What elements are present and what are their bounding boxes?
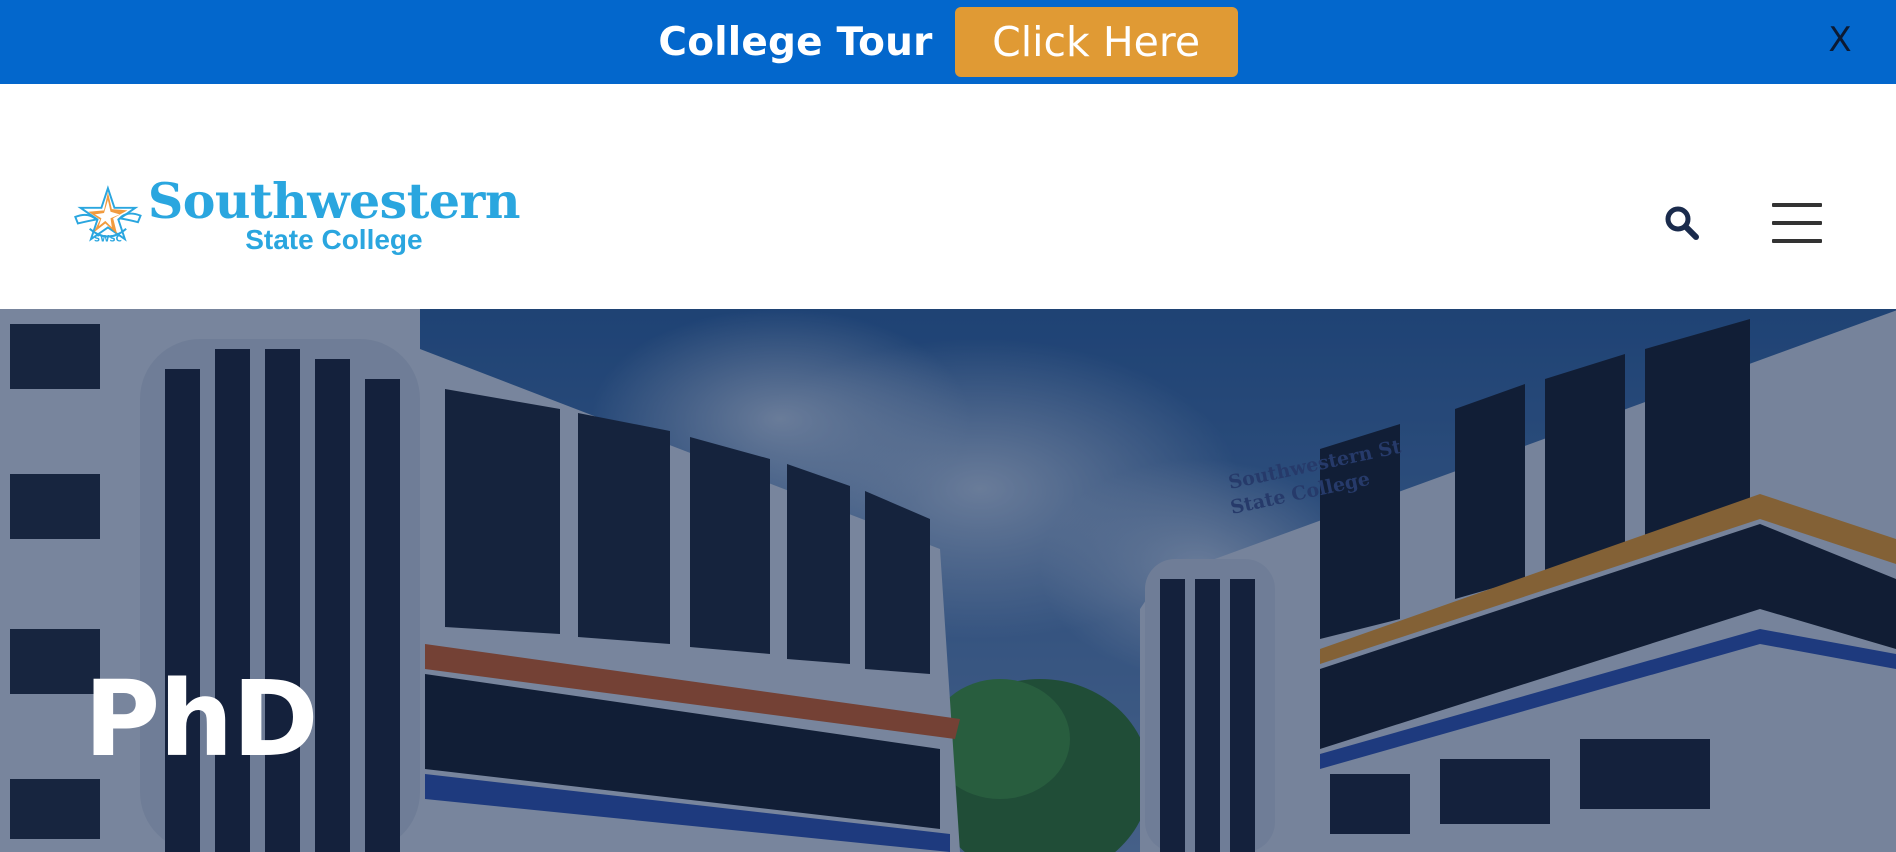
college-tour-button[interactable]: Click Here [954, 7, 1238, 77]
search-button[interactable] [1663, 204, 1701, 242]
menu-bar-middle [1772, 221, 1822, 225]
logo-emblem-text: SWSC [94, 234, 122, 244]
menu-bar-bottom [1772, 239, 1822, 243]
promo-title: College Tour [658, 19, 933, 65]
logo-wordmark: Southwestern State College [147, 172, 521, 255]
hero-banner: Southwestern St State College PhD [0, 309, 1896, 852]
site-header: SWSC Southwestern State College [0, 84, 1896, 309]
star-emblem-icon: SWSC [74, 185, 142, 244]
promo-banner: College Tour Click Here X [0, 0, 1896, 84]
close-banner-button[interactable]: X [1822, 20, 1858, 60]
college-logo[interactable]: SWSC Southwestern State College [74, 170, 521, 260]
menu-bar-top [1772, 203, 1822, 207]
search-icon [1665, 206, 1699, 240]
page-title: PhD [84, 657, 319, 780]
hamburger-menu-button[interactable] [1772, 203, 1822, 243]
logo-subtitle: State College [245, 224, 423, 255]
logo-name: Southwestern [147, 172, 521, 230]
